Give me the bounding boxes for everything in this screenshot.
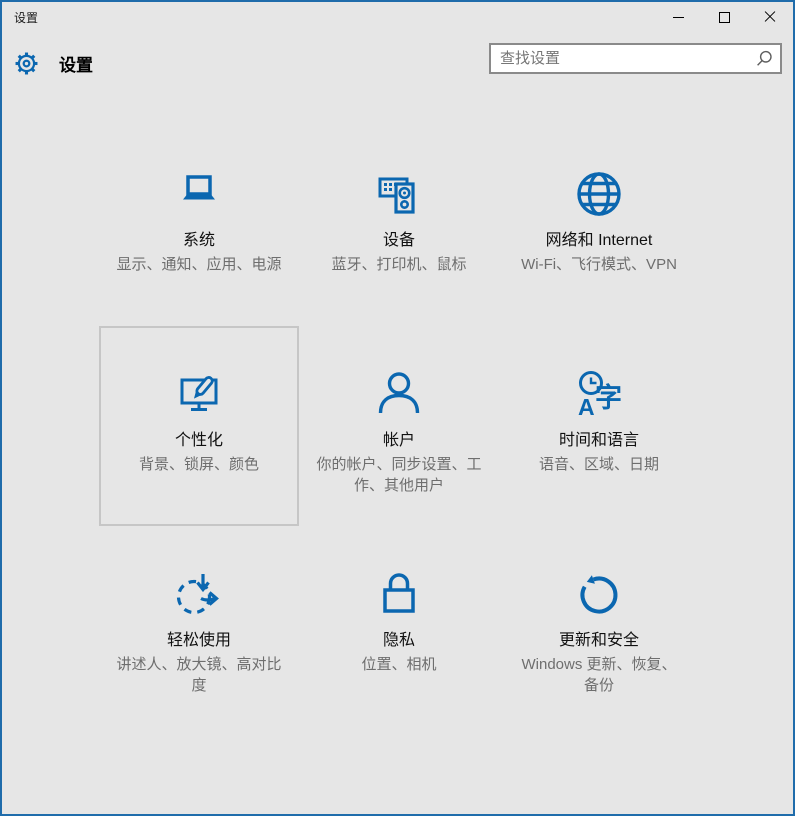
devices-icon — [375, 170, 423, 218]
laptop-icon — [175, 170, 223, 218]
page-title: 设置 — [59, 51, 93, 76]
tile-subtitle: 语音、区域、日期 — [539, 454, 659, 475]
settings-window: 设置 — [0, 0, 795, 816]
tile-subtitle: 背景、锁屏、颜色 — [139, 454, 259, 475]
search-icon[interactable] — [756, 50, 773, 67]
minimize-icon — [673, 17, 684, 18]
settings-header: 设置 — [2, 32, 793, 94]
tile-accounts[interactable]: 帐户你的帐户、同步设置、工作、其他用户 — [299, 326, 499, 526]
tile-title: 系统 — [183, 231, 215, 251]
maximize-icon — [719, 12, 730, 23]
title-bar: 设置 — [2, 2, 793, 32]
tile-subtitle: 讲述人、放大镜、高对比度 — [115, 654, 283, 696]
caption-buttons — [655, 2, 793, 32]
personalization-icon — [175, 370, 223, 418]
tile-title: 时间和语言 — [559, 431, 639, 451]
lock-icon — [375, 570, 423, 618]
tile-title: 帐户 — [383, 431, 415, 451]
tile-privacy[interactable]: 隐私位置、相机 — [299, 526, 499, 726]
tile-subtitle: Windows 更新、恢复、备份 — [515, 654, 683, 696]
svg-text:字: 字 — [595, 382, 622, 413]
tile-personalization[interactable]: 个性化背景、锁屏、颜色 — [99, 326, 299, 526]
tile-subtitle: Wi-Fi、飞行模式、VPN — [521, 254, 677, 275]
search-input[interactable] — [491, 50, 756, 67]
maximize-button[interactable] — [701, 2, 747, 32]
user-icon — [375, 370, 423, 418]
tile-title: 轻松使用 — [167, 631, 231, 651]
tile-devices[interactable]: 设备蓝牙、打印机、鼠标 — [299, 126, 499, 326]
window-title: 设置 — [14, 9, 38, 26]
tile-subtitle: 显示、通知、应用、电源 — [116, 254, 281, 275]
ease-of-access-icon — [175, 570, 223, 618]
search-box — [489, 43, 782, 74]
close-button[interactable] — [747, 2, 793, 32]
svg-text:A: A — [578, 394, 595, 418]
tile-network[interactable]: 网络和 Internet Wi-Fi、飞行模式、VPN — [499, 126, 699, 326]
gear-icon — [13, 50, 40, 77]
close-icon — [764, 11, 776, 23]
tile-system[interactable]: 系统显示、通知、应用、电源 — [99, 126, 299, 326]
tile-title: 网络和 Internet — [546, 231, 653, 251]
tile-subtitle: 位置、相机 — [361, 654, 436, 675]
tile-title: 个性化 — [175, 431, 223, 451]
tile-subtitle: 蓝牙、打印机、鼠标 — [331, 254, 466, 275]
tile-time-language[interactable]: A 字时间和语言语音、区域、日期 — [499, 326, 699, 526]
tile-title: 隐私 — [383, 631, 415, 651]
tile-title: 更新和安全 — [559, 631, 639, 651]
tile-update-security[interactable]: 更新和安全 Windows 更新、恢复、备份 — [499, 526, 699, 726]
minimize-button[interactable] — [655, 2, 701, 32]
clock-language-icon: A 字 — [575, 370, 623, 418]
tile-ease-of-access[interactable]: 轻松使用讲述人、放大镜、高对比度 — [99, 526, 299, 726]
globe-icon — [575, 170, 623, 218]
settings-tiles-grid: 系统显示、通知、应用、电源 设备蓝牙、打印机、鼠标 网络和 Internet Wi… — [99, 126, 699, 726]
refresh-icon — [575, 570, 623, 618]
tile-title: 设备 — [383, 231, 415, 251]
tile-subtitle: 你的帐户、同步设置、工作、其他用户 — [315, 454, 483, 496]
